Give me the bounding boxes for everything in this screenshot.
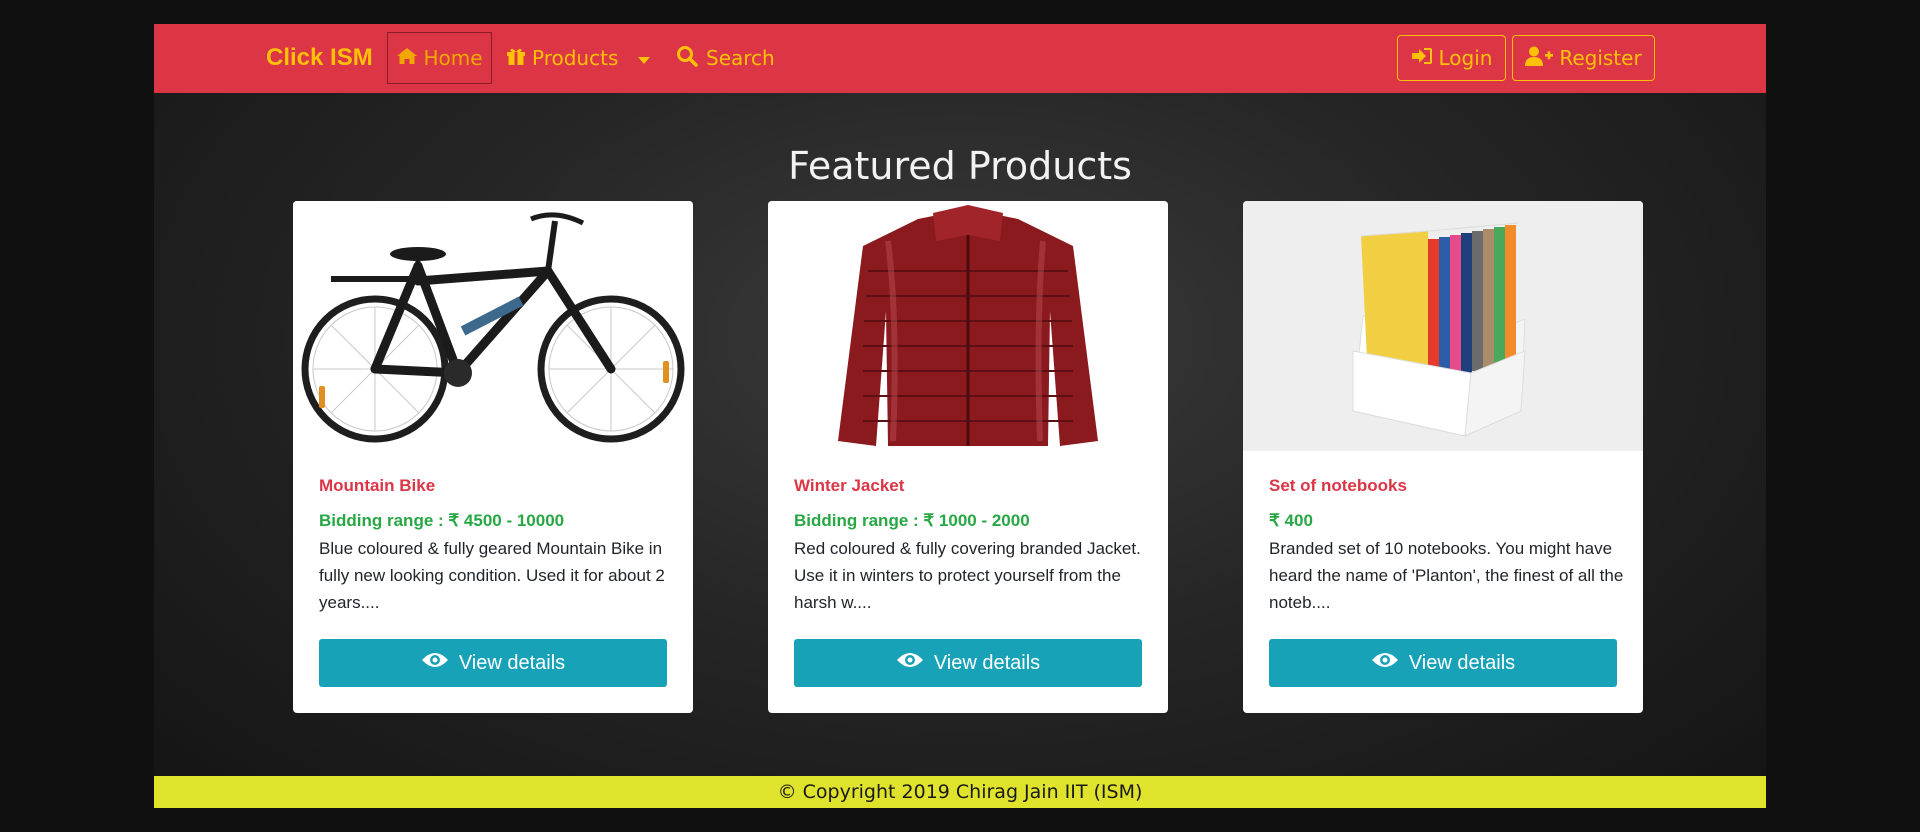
navbar: Click ISM Home Products Search Login Reg… (154, 24, 1766, 93)
eye-icon (421, 651, 449, 675)
product-price: Bidding range : ₹ 1000 - 2000 (794, 511, 1030, 530)
product-title[interactable]: Mountain Bike (319, 476, 435, 496)
page-title: Featured Products (788, 144, 1132, 188)
view-details-label: View details (933, 651, 1041, 674)
home-icon (396, 46, 418, 70)
jacket-image (768, 201, 1168, 451)
product-description: Red coloured & fully covering branded Ja… (794, 539, 1141, 612)
gift-icon (506, 46, 526, 71)
product-description: Branded set of 10 notebooks. You might h… (1269, 539, 1624, 612)
bicycle-image (293, 201, 693, 451)
register-label: Register (1559, 46, 1642, 70)
product-title[interactable]: Winter Jacket (794, 476, 904, 496)
nav-products-label: Products (532, 46, 619, 70)
view-details-label: View details (1408, 651, 1516, 674)
nav-home-link[interactable]: Home (387, 32, 492, 84)
search-icon (676, 45, 698, 72)
sign-in-icon (1411, 46, 1433, 70)
product-title[interactable]: Set of notebooks (1269, 476, 1407, 496)
login-button[interactable]: Login (1397, 35, 1506, 81)
product-card: Winter Jacket Bidding range : ₹ 1000 - 2… (768, 201, 1168, 713)
notebooks-image (1243, 201, 1643, 451)
user-plus-icon (1525, 46, 1554, 71)
browser-viewport: Click ISM Home Products Search Login Reg… (154, 24, 1766, 808)
nav-home-label: Home (423, 46, 483, 70)
view-details-button[interactable]: View details (1269, 639, 1617, 687)
product-price: ₹ 400 (1269, 511, 1313, 530)
view-details-label: View details (458, 651, 566, 674)
product-price: Bidding range : ₹ 4500 - 10000 (319, 511, 565, 530)
footer-copyright: © Copyright 2019 Chirag Jain IIT (ISM) (154, 776, 1766, 808)
view-details-button[interactable]: View details (319, 639, 667, 687)
caret-down-icon (638, 46, 651, 70)
product-description: Blue coloured & fully geared Mountain Bi… (319, 539, 665, 612)
nav-search-link[interactable]: Search (676, 32, 775, 84)
view-details-button[interactable]: View details (794, 639, 1142, 687)
eye-icon (896, 651, 924, 675)
product-card: Set of notebooks ₹ 400 Branded set of 10… (1243, 201, 1643, 713)
nav-products-dropdown[interactable]: Products (506, 32, 651, 84)
login-label: Login (1438, 46, 1493, 70)
eye-icon (1371, 651, 1399, 675)
product-card: Mountain Bike Bidding range : ₹ 4500 - 1… (293, 201, 693, 713)
register-button[interactable]: Register (1512, 35, 1655, 81)
nav-search-label: Search (706, 46, 775, 70)
brand-logo[interactable]: Click ISM (266, 44, 373, 72)
